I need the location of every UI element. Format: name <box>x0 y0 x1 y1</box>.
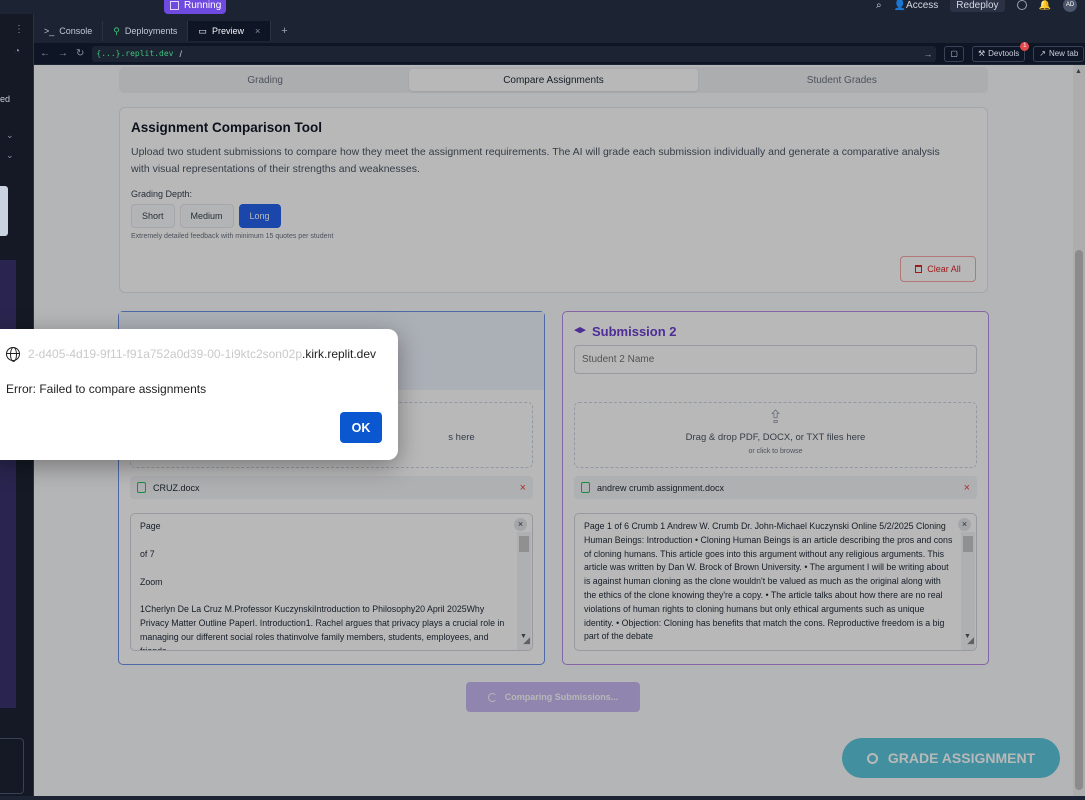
alert-origin: 2-d405-4d19-9f11-f91a752a0d39-00-1i9ktc2… <box>6 347 377 362</box>
bell-icon[interactable]: 🔔 <box>1039 0 1051 11</box>
close-tab-icon[interactable]: × <box>255 26 260 36</box>
access-label: Access <box>906 0 939 11</box>
url-badge: {...}.replit.dev <box>96 49 174 58</box>
globe-icon <box>6 347 20 362</box>
rail-input-box[interactable] <box>0 738 24 794</box>
workspace-tabs: >_ Console ⚲ Deployments ▭ Preview × + <box>34 21 1085 41</box>
preview-address-bar: ← → ↻ {...}.replit.dev / → ▢ ⚒ Devtools … <box>34 41 1085 64</box>
run-button[interactable]: Running <box>164 0 226 14</box>
url-field[interactable]: {...}.replit.dev / → <box>92 45 937 62</box>
panel-thumbnail[interactable] <box>0 186 8 236</box>
stop-icon <box>170 0 179 10</box>
alert-message: Error: Failed to compare assignments <box>6 382 207 396</box>
devtools-button[interactable]: ⚒ Devtools 1 <box>971 41 1030 62</box>
tab-preview[interactable]: ▭ Preview × <box>188 21 272 41</box>
open-arrow-icon[interactable]: → <box>923 49 932 59</box>
rail-text: ed <box>0 94 11 104</box>
run-label: Running <box>184 0 222 11</box>
alert-dialog: 2-d405-4d19-9f11-f91a752a0d39-00-1i9ktc2… <box>0 329 398 460</box>
devtools-badge: 1 <box>1020 41 1030 51</box>
ide-top-bar: Running ⌕ 👤Access Redeploy 🔔 AD <box>0 0 1085 14</box>
origin-host: .kirk.replit.dev <box>302 347 377 361</box>
avatar[interactable]: AD <box>1063 0 1077 12</box>
back-icon[interactable]: ← <box>40 48 50 59</box>
url-path: / <box>179 48 182 59</box>
tab-label: Preview <box>211 26 244 36</box>
tab-label: Deployments <box>124 26 178 36</box>
chevron-down-icon[interactable]: ⌄ <box>6 150 14 161</box>
tab-deployments[interactable]: ⚲ Deployments <box>103 21 189 41</box>
redeploy-label: Redeploy <box>956 0 999 11</box>
ok-button[interactable]: OK <box>340 412 382 443</box>
tab-label: Console <box>59 26 93 36</box>
rail-panel <box>0 260 16 708</box>
tab-console[interactable]: >_ Console <box>34 21 104 41</box>
devtools-label: Devtools <box>988 49 1020 58</box>
new-tab-label: New tab <box>1048 49 1079 58</box>
new-tab-plus-icon[interactable]: + <box>271 25 287 37</box>
gauge-icon[interactable]: ◔ <box>14 46 20 57</box>
new-tab-button[interactable]: ↗ New tab <box>1033 45 1085 62</box>
bottom-edge <box>0 796 1085 800</box>
monitor-icon: ▭ <box>198 25 207 36</box>
origin-faded: 2-d405-4d19-9f11-f91a752a0d39-00-1i9ktc2… <box>28 347 302 361</box>
chevron-down-icon[interactable]: ⌄ <box>6 130 14 141</box>
wrench-icon: ⚒ <box>977 49 986 58</box>
deploy-icon: ⚲ <box>113 25 120 36</box>
chat-icon[interactable]: ▢ <box>944 45 964 62</box>
top-right-controls: ⌕ 👤Access Redeploy 🔔 AD <box>876 0 1077 12</box>
more-icon[interactable]: ⋮ <box>14 24 24 35</box>
search-icon[interactable]: ⌕ <box>876 0 882 11</box>
terminal-icon: >_ <box>44 26 55 36</box>
layout-icon[interactable] <box>1016 0 1027 10</box>
external-link-icon: ↗ <box>1039 49 1046 58</box>
reload-icon[interactable]: ↻ <box>76 48 84 59</box>
redeploy-button[interactable]: Redeploy <box>950 0 1005 12</box>
access-button[interactable]: 👤Access <box>894 0 939 11</box>
forward-icon[interactable]: → <box>58 48 68 59</box>
